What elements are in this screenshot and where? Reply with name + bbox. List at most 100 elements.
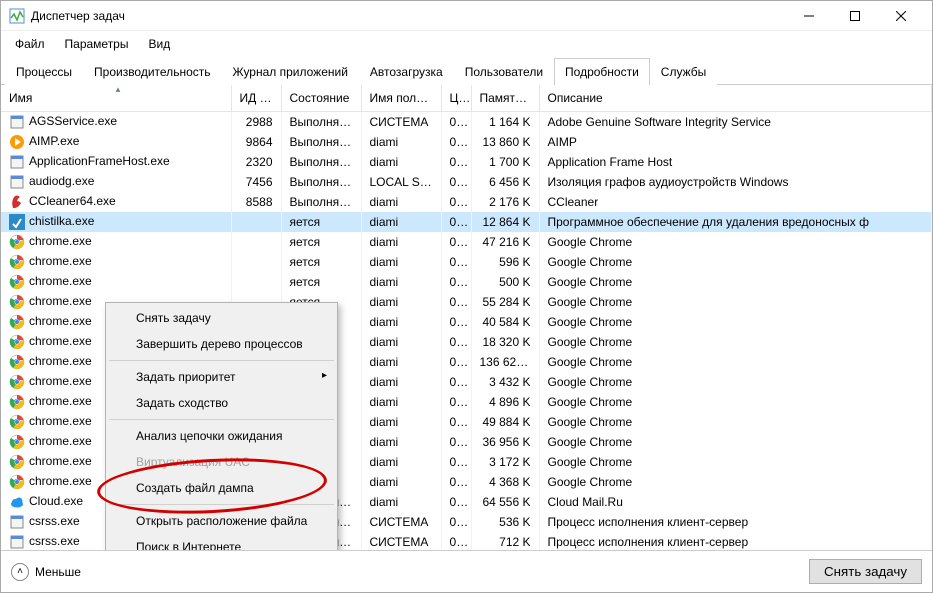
- cell-cpu: 00: [441, 412, 471, 432]
- cell-state: яется: [281, 252, 361, 272]
- context-menu-item[interactable]: Создать файл дампа: [108, 475, 335, 501]
- cell-description: Google Chrome: [539, 432, 932, 452]
- cell-cpu: 00: [441, 112, 471, 133]
- cell-user: diami: [361, 312, 441, 332]
- tab-processes[interactable]: Процессы: [5, 58, 83, 85]
- menu-options[interactable]: Параметры: [57, 33, 137, 55]
- cell-description: Процесс исполнения клиент-сервер: [539, 512, 932, 532]
- ccleaner-icon: [9, 194, 25, 210]
- col-header-state[interactable]: Состояние: [281, 85, 361, 112]
- cell-memory: 40 584 K: [471, 312, 539, 332]
- table-row[interactable]: AIMP.exe9864Выполняетсяdiami0213 860 KAI…: [1, 132, 932, 152]
- cell-state: Выполняется: [281, 112, 361, 133]
- table-row[interactable]: chistilka.exeяетсяdiami0012 864 KПрограм…: [1, 212, 932, 232]
- col-header-description[interactable]: Описание: [539, 85, 932, 112]
- cell-name: ApplicationFrameHost.exe: [1, 152, 231, 172]
- cell-pid: [231, 252, 281, 272]
- context-menu-item[interactable]: Задать сходство: [108, 390, 335, 416]
- tab-performance[interactable]: Производительность: [83, 58, 221, 85]
- context-menu-item[interactable]: Завершить дерево процессов: [108, 331, 335, 357]
- end-task-button[interactable]: Снять задачу: [809, 559, 922, 584]
- cell-user: diami: [361, 232, 441, 252]
- cell-state: яется: [281, 232, 361, 252]
- table-row[interactable]: CCleaner64.exe8588Выполняетсяdiami002 17…: [1, 192, 932, 212]
- chrome-icon: [9, 474, 25, 490]
- cell-state: Выполняется: [281, 152, 361, 172]
- cell-state: Выполняется: [281, 192, 361, 212]
- tab-users[interactable]: Пользователи: [454, 58, 554, 85]
- col-header-name[interactable]: Имя: [1, 85, 231, 112]
- menu-view[interactable]: Вид: [140, 33, 178, 55]
- cell-memory: 536 K: [471, 512, 539, 532]
- context-menu-item[interactable]: Поиск в Интернете: [108, 534, 335, 550]
- cell-name: chrome.exe: [1, 232, 231, 252]
- cell-user: diami: [361, 472, 441, 492]
- context-menu-item[interactable]: Задать приоритет: [108, 364, 335, 390]
- table-row[interactable]: ApplicationFrameHost.exe2320Выполняетсяd…: [1, 152, 932, 172]
- cell-user: diami: [361, 392, 441, 412]
- tab-services[interactable]: Службы: [650, 58, 717, 85]
- generic-app-icon: [9, 154, 25, 170]
- cell-description: Google Chrome: [539, 412, 932, 432]
- cell-cpu: 00: [441, 492, 471, 512]
- table-row[interactable]: audiodg.exe7456ВыполняетсяLOCAL SE...006…: [1, 172, 932, 192]
- cell-memory: 64 556 K: [471, 492, 539, 512]
- cell-cpu: 00: [441, 352, 471, 372]
- cell-cpu: 00: [441, 452, 471, 472]
- context-menu-item: Виртуализация UAC: [108, 449, 335, 475]
- cell-description: Google Chrome: [539, 392, 932, 412]
- col-header-user[interactable]: Имя польз...: [361, 85, 441, 112]
- minimize-button[interactable]: [786, 1, 832, 31]
- maximize-button[interactable]: [832, 1, 878, 31]
- cell-user: diami: [361, 292, 441, 312]
- close-button[interactable]: [878, 1, 924, 31]
- context-menu-item[interactable]: Анализ цепочки ожидания: [108, 423, 335, 449]
- cell-cpu: 00: [441, 292, 471, 312]
- cell-user: diami: [361, 192, 441, 212]
- fewer-details-button[interactable]: ˄ Меньше: [11, 563, 81, 581]
- cell-description: Google Chrome: [539, 332, 932, 352]
- tab-app-history[interactable]: Журнал приложений: [222, 58, 359, 85]
- cell-user: diami: [361, 372, 441, 392]
- context-menu-item[interactable]: Снять задачу: [108, 305, 335, 331]
- cell-description: Google Chrome: [539, 472, 932, 492]
- col-header-pid[interactable]: ИД п...: [231, 85, 281, 112]
- content-area: Имя ИД п... Состояние Имя польз... ЦП Па…: [1, 85, 932, 550]
- cell-description: CCleaner: [539, 192, 932, 212]
- chistilka-icon: [9, 214, 25, 230]
- cell-pid: 2988: [231, 112, 281, 133]
- cell-cpu: 00: [441, 172, 471, 192]
- context-menu-separator: [109, 419, 334, 420]
- generic-app-icon: [9, 114, 25, 130]
- menu-file[interactable]: Файл: [7, 33, 53, 55]
- cell-memory: 12 864 K: [471, 212, 539, 232]
- tab-details[interactable]: Подробности: [554, 58, 650, 85]
- generic-app-icon: [9, 174, 25, 190]
- cell-description: Google Chrome: [539, 312, 932, 332]
- cell-user: СИСТЕМА: [361, 112, 441, 133]
- cell-cpu: 00: [441, 272, 471, 292]
- tab-startup[interactable]: Автозагрузка: [359, 58, 454, 85]
- cell-user: diami: [361, 452, 441, 472]
- col-header-cpu[interactable]: ЦП: [441, 85, 471, 112]
- cell-user: diami: [361, 132, 441, 152]
- cell-memory: 6 456 K: [471, 172, 539, 192]
- cell-memory: 1 164 K: [471, 112, 539, 133]
- table-row[interactable]: chrome.exeяетсяdiami00500 KGoogle Chrome: [1, 272, 932, 292]
- chrome-icon: [9, 294, 25, 310]
- context-menu-item[interactable]: Открыть расположение файла: [108, 508, 335, 534]
- chrome-icon: [9, 434, 25, 450]
- col-header-memory[interactable]: Память (ч...: [471, 85, 539, 112]
- cell-pid: 9864: [231, 132, 281, 152]
- table-row[interactable]: AGSService.exe2988ВыполняетсяСИСТЕМА001 …: [1, 112, 932, 133]
- cell-pid: [231, 232, 281, 252]
- cell-description: Google Chrome: [539, 252, 932, 272]
- table-row[interactable]: chrome.exeяетсяdiami0047 216 KGoogle Chr…: [1, 232, 932, 252]
- cell-memory: 3 432 K: [471, 372, 539, 392]
- aimp-icon: [9, 134, 25, 150]
- cell-name: CCleaner64.exe: [1, 192, 231, 212]
- cell-memory: 47 216 K: [471, 232, 539, 252]
- cell-memory: 596 K: [471, 252, 539, 272]
- table-row[interactable]: chrome.exeяетсяdiami00596 KGoogle Chrome: [1, 252, 932, 272]
- context-menu-separator: [109, 360, 334, 361]
